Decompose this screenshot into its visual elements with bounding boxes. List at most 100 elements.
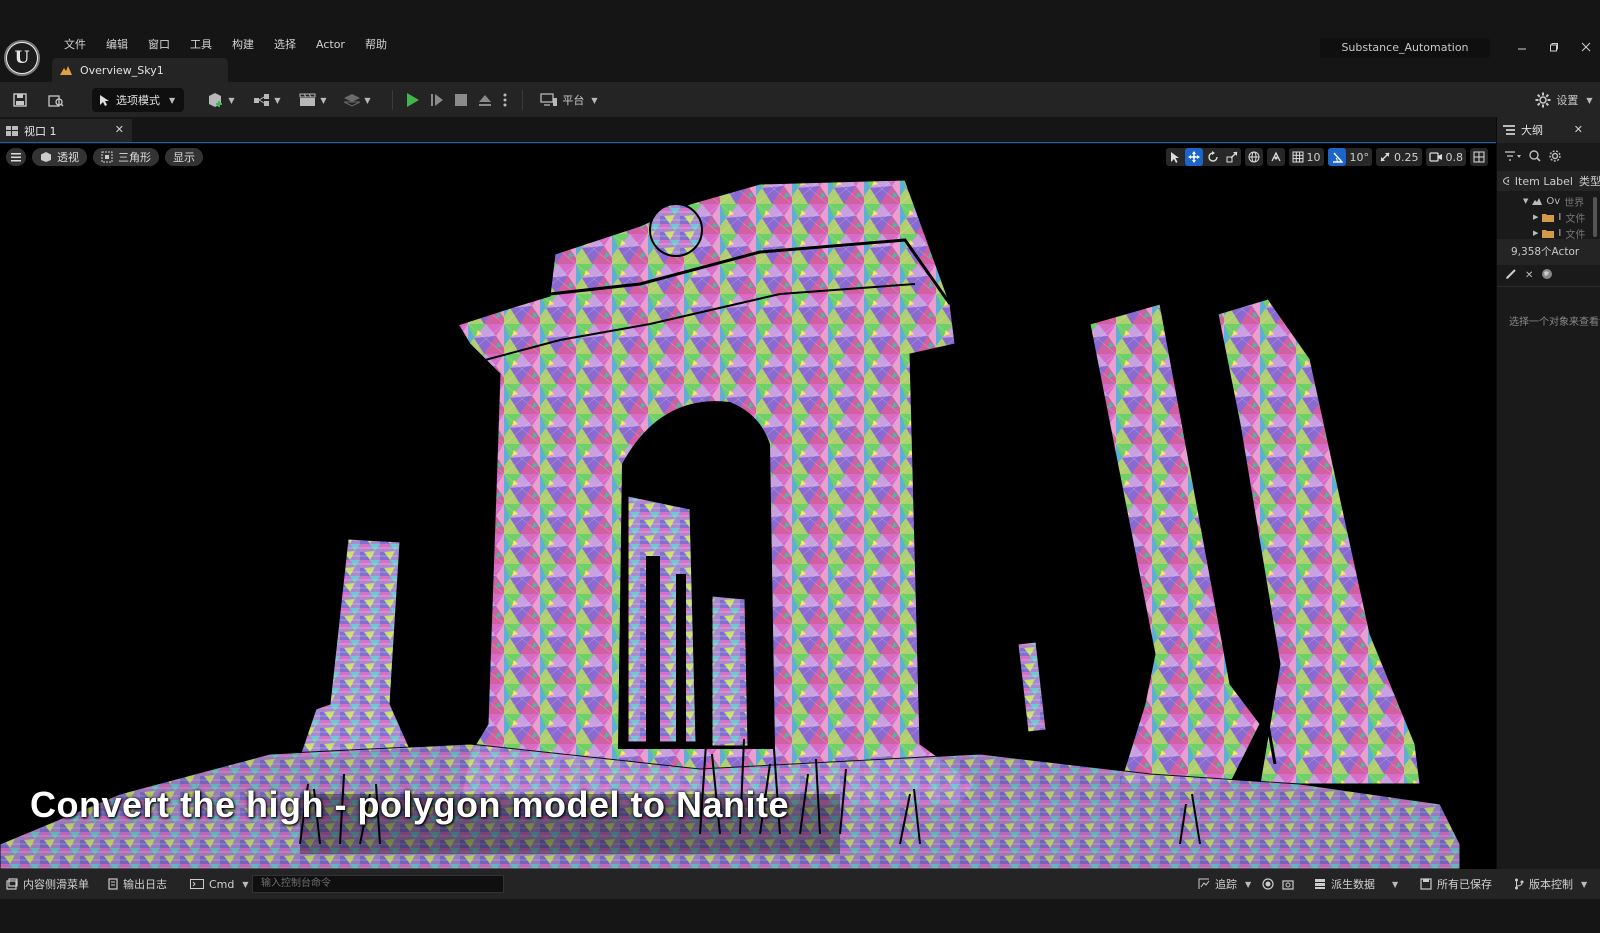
outliner-row[interactable]: ▼ Ov 世界 [1497,193,1600,209]
unreal-logo-icon[interactable]: U [4,40,40,76]
perspective-button[interactable]: 透视 [32,148,87,166]
source-control-dropdown[interactable]: 版本控制 ▼ [1514,869,1587,899]
outliner-row[interactable]: ▶ I 文件 [1497,209,1600,225]
main-toolbar: 选项模式 ▼ ▼ ▼ ▼ ▼ 平台 ▼ 设置 ▼ [0,82,1600,117]
details-tab-strip: ✕ [1497,265,1600,287]
layers-icon [344,94,361,107]
eject-button[interactable] [474,88,496,112]
view-mode-label: 透视 [57,151,79,164]
surface-snap-icon[interactable] [1266,148,1285,166]
show-button[interactable]: 显示 [165,148,203,166]
camera-speed-button[interactable]: 0.8 [1425,148,1466,166]
level-document-tab[interactable]: Overview_Sky1 [52,58,228,82]
menu-select[interactable]: 选择 [264,36,306,54]
content-browser-icon[interactable] [46,88,66,112]
move-tool-icon[interactable] [1184,148,1203,166]
minimize-icon[interactable] [1512,40,1532,56]
select-tool-icon[interactable] [1165,148,1184,166]
cube-icon [41,152,51,162]
trace-dropdown[interactable]: 追踪 ▼ [1198,869,1251,899]
menu-file[interactable]: 文件 [54,36,96,54]
output-log-button[interactable]: 输出日志 [108,869,167,899]
viewport-layout-icon[interactable] [1470,148,1488,166]
rotate-tool-icon[interactable] [1203,148,1222,166]
search-icon[interactable] [1529,149,1541,165]
filter-icon[interactable] [1505,150,1521,164]
outliner-scrollbar[interactable] [1593,197,1597,237]
menu-tools[interactable]: 工具 [180,36,222,54]
restore-icon[interactable] [1544,40,1564,56]
chevron-down-icon: ▼ [1586,95,1593,105]
platforms-dropdown[interactable]: 平台 ▼ [538,88,600,112]
visibility-eye-icon[interactable] [1503,177,1509,185]
menu-window[interactable]: 窗口 [138,36,180,54]
outliner-tab[interactable]: 大纲 ✕ [1497,117,1600,143]
outliner-settings-gear-icon[interactable] [1549,149,1561,165]
menu-actor[interactable]: Actor [306,36,355,54]
grid-snap-button[interactable]: 10 [1288,148,1324,166]
details-empty-hint: 选择一个对象来查看详细信息 [1509,317,1600,328]
expand-arrow-icon[interactable]: ▶ [1533,213,1538,221]
cmd-dropdown[interactable]: Cmd ▼ [190,869,249,899]
expand-arrow-icon[interactable]: ▼ [1523,197,1528,205]
scale-tool-icon[interactable] [1222,148,1241,166]
play-button[interactable] [400,88,424,112]
rotation-snap-icon[interactable] [1327,148,1346,166]
expand-arrow-icon[interactable]: ▶ [1533,229,1538,237]
play-options-icon[interactable] [498,88,512,112]
content-drawer-button[interactable]: 内容侧滑菜单 [6,869,89,899]
step-button[interactable] [426,88,448,112]
save-all-icon [1420,878,1432,890]
viewport-options-button[interactable] [6,148,26,166]
modes-button[interactable]: ▼ [340,88,374,112]
save-icon[interactable] [10,88,30,112]
stop-icon [455,94,467,106]
right-side-panel: 大纲 ✕ Item Label 类型 ▼ Ov 世界 ▶ I 文件 ▶ I 文件 [1496,117,1600,869]
column-type[interactable]: 类型 [1579,173,1600,189]
world-space-icon[interactable] [1244,148,1263,166]
add-actor-button[interactable]: ▼ [204,88,238,112]
view-mode-button[interactable]: 三角形 [93,148,159,166]
level-icon [1532,198,1543,205]
viewport-tab[interactable]: 视口 1 ✕ [0,119,132,142]
branch-icon [1515,878,1524,890]
step-icon [431,94,443,106]
scale-snap-button[interactable]: 0.25 [1376,148,1422,166]
derived-data-dropdown[interactable]: 派生数据 ▼ [1314,869,1398,899]
close-window-icon[interactable] [1576,40,1596,56]
console-command-input[interactable]: 输入控制台命令 [252,875,504,893]
details-tab[interactable] [1505,268,1517,283]
close-outliner-icon[interactable]: ✕ [1574,123,1583,136]
output-log-label: 输出日志 [123,878,167,891]
menu-build[interactable]: 构建 [222,36,264,54]
chevron-down-icon: ▼ [591,95,598,105]
rotation-snap-value[interactable]: 10° [1346,148,1372,166]
settings-dropdown[interactable]: 设置 ▼ [1534,88,1594,112]
stop-button[interactable] [450,88,472,112]
toolbar-separator [522,90,523,110]
screenshot-icon[interactable] [1282,869,1294,899]
play-icon [407,93,419,107]
scale-snap-value: 0.25 [1394,150,1419,164]
menu-edit[interactable]: 编辑 [96,36,138,54]
close-details-icon[interactable]: ✕ [1525,270,1533,281]
derived-data-icon [1315,879,1325,889]
record-icon[interactable] [1262,869,1274,899]
folder-icon [1542,229,1555,238]
world-settings-tab[interactable] [1541,268,1553,283]
column-item-label[interactable]: Item Label [1515,175,1573,188]
level-viewport[interactable]: 透视 三角形 显示 10 10° 0.25 0.8 Convert the hi… [0,144,1496,869]
cursor-icon [100,95,109,106]
blueprint-button[interactable]: ▼ [250,88,284,112]
transform-tools-group [1165,148,1241,166]
close-tab-icon[interactable]: ✕ [115,123,124,136]
project-name: Substance_Automation [1320,38,1490,58]
outliner-row-label: I [1558,227,1562,239]
derived-data-label: 派生数据 [1331,878,1375,891]
outliner-row-label: Ov [1546,195,1561,207]
cinematics-button[interactable]: ▼ [296,88,330,112]
selection-mode-dropdown[interactable]: 选项模式 ▼ [92,88,184,112]
menu-help[interactable]: 帮助 [355,36,397,54]
viewport-tab-strip: 视口 1 ✕ [0,117,1496,143]
save-all-button[interactable]: 所有已保存 [1420,869,1492,899]
